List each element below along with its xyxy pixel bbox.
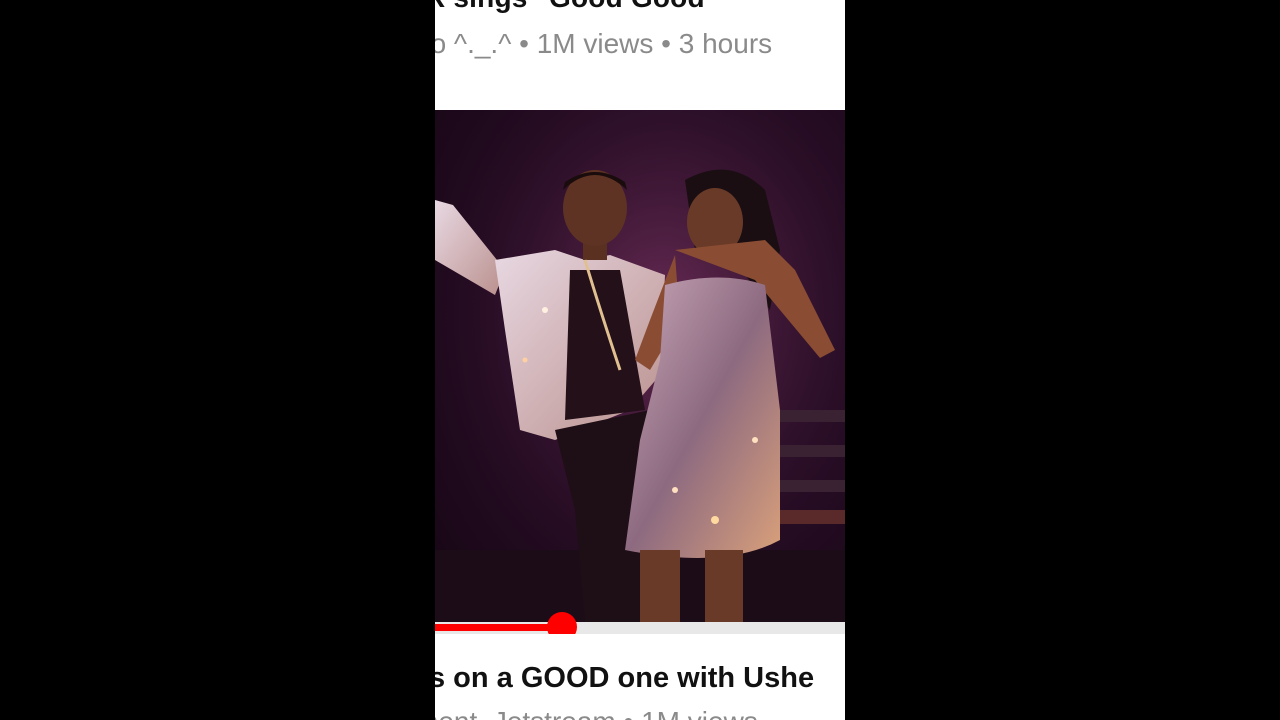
video-title[interactable]: R sings "Good Good" <box>435 0 718 14</box>
video-meta: bo ^._.^ • 1M views • 3 hours <box>435 28 773 59</box>
video-card-bottom[interactable]: s on a GOOD one with Ushe ment_Jetstream… <box>435 634 845 720</box>
video-title[interactable]: s on a GOOD one with Ushe <box>435 662 814 695</box>
video-meta: ment_Jetstream • 1M views <box>435 706 758 720</box>
feed-column: R sings "Good Good" bo ^._.^ • 1M views … <box>435 0 845 720</box>
seek-bar[interactable] <box>435 612 845 642</box>
seek-bar-progress <box>435 624 562 631</box>
screen: R sings "Good Good" bo ^._.^ • 1M views … <box>0 0 1280 720</box>
video-frame <box>435 110 845 622</box>
video-card-top[interactable]: R sings "Good Good" bo ^._.^ • 1M views … <box>435 0 845 110</box>
video-player[interactable] <box>435 110 845 622</box>
